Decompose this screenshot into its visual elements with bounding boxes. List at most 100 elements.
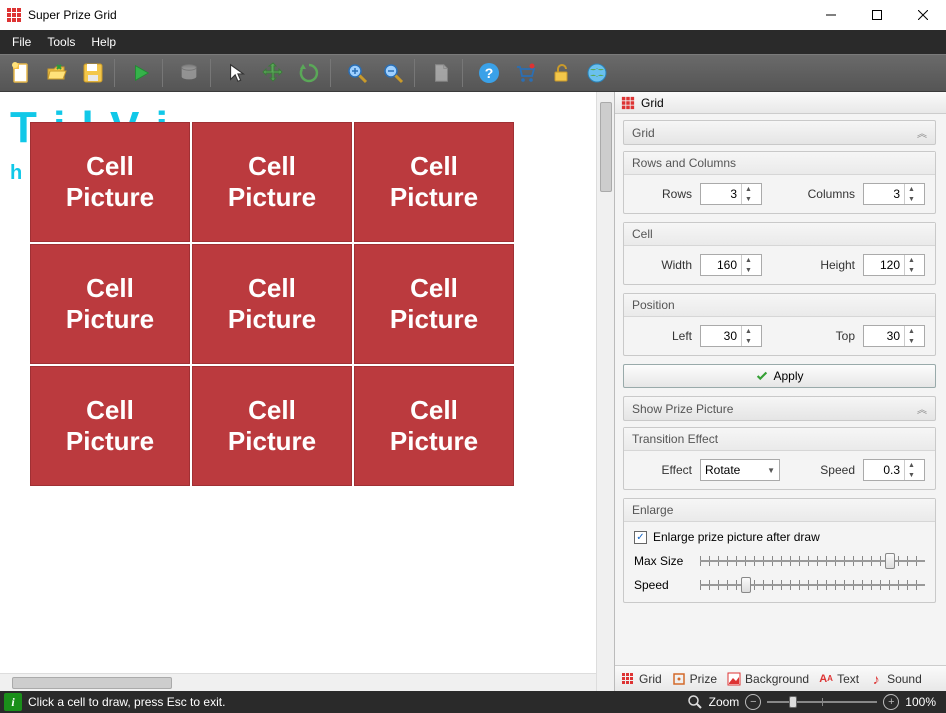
cart-button[interactable] (508, 57, 542, 89)
zoom-slider[interactable] (767, 695, 877, 709)
window-title: Super Prize Grid (28, 8, 117, 22)
grid-section-header[interactable]: Grid︽ (623, 120, 936, 145)
side-panel: Grid Grid︽ Rows and Columns Rows ▲▼ Colu… (614, 92, 946, 691)
tab-background[interactable]: Background (727, 672, 809, 686)
unlock-button[interactable] (544, 57, 578, 89)
tab-prize[interactable]: Prize (672, 672, 717, 686)
height-input[interactable]: ▲▼ (863, 254, 925, 276)
zoom-icon (687, 694, 703, 710)
zoom-label: Zoom (709, 695, 740, 709)
apply-button[interactable]: Apply (623, 364, 936, 388)
enlarge-checkbox[interactable]: ✓ Enlarge prize picture after draw (634, 530, 925, 544)
speed-input[interactable]: ▲▼ (863, 459, 925, 481)
document-button[interactable] (424, 57, 458, 89)
grid-cell[interactable]: CellPicture (354, 122, 514, 242)
background-watermark-2: h (10, 162, 22, 185)
statusbar: i Click a cell to draw, press Esc to exi… (0, 691, 946, 713)
zoom-out-button[interactable] (376, 57, 410, 89)
columns-label: Columns (797, 187, 855, 201)
width-input[interactable]: ▲▼ (700, 254, 762, 276)
left-label: Left (634, 329, 692, 343)
panel-tabs: Grid Prize Background AAText ♪Sound (615, 665, 946, 691)
tab-grid[interactable]: Grid (621, 672, 662, 686)
chevron-down-icon: ▼ (767, 466, 775, 475)
effect-label: Effect (634, 463, 692, 477)
speed-slider[interactable] (700, 576, 925, 594)
prize-icon (672, 672, 686, 686)
grid-cell[interactable]: CellPicture (30, 366, 190, 486)
horizontal-scrollbar[interactable] (0, 673, 596, 691)
pointer-tool[interactable] (220, 57, 254, 89)
toolbar: ? (0, 54, 946, 92)
globe-button[interactable] (580, 57, 614, 89)
canvas[interactable]: T i l V i h CellPicture CellPicture Cell… (0, 92, 596, 673)
position-group: Position Left ▲▼ Top ▲▼ (623, 293, 936, 356)
grid-cell[interactable]: CellPicture (30, 244, 190, 364)
save-button[interactable] (76, 57, 110, 89)
rows-input[interactable]: ▲▼ (700, 183, 762, 205)
vertical-scrollbar[interactable] (596, 92, 614, 691)
help-button[interactable]: ? (472, 57, 506, 89)
grid-cell[interactable]: CellPicture (192, 122, 352, 242)
canvas-area: T i l V i h CellPicture CellPicture Cell… (0, 92, 596, 691)
panel-title: Grid (615, 92, 946, 114)
svg-text:?: ? (485, 65, 494, 81)
top-input[interactable]: ▲▼ (863, 325, 925, 347)
open-button[interactable] (40, 57, 74, 89)
background-icon (727, 672, 741, 686)
columns-input[interactable]: ▲▼ (863, 183, 925, 205)
left-input[interactable]: ▲▼ (700, 325, 762, 347)
show-prize-section-header[interactable]: Show Prize Picture︽ (623, 396, 936, 421)
zoom-in-button[interactable]: + (883, 694, 899, 710)
menubar: File Tools Help (0, 30, 946, 54)
chevron-up-icon: ︽ (917, 125, 927, 140)
enlarge-group: Enlarge ✓ Enlarge prize picture after dr… (623, 498, 936, 603)
transition-group: Transition Effect Effect Rotate▼ Speed ▲… (623, 427, 936, 490)
new-button[interactable] (4, 57, 38, 89)
zoom-in-button[interactable] (340, 57, 374, 89)
speed-label: Speed (797, 463, 855, 477)
zoom-control: Zoom − + 100% (687, 694, 946, 710)
menu-help[interactable]: Help (83, 30, 124, 54)
rows-label: Rows (634, 187, 692, 201)
chevron-up-icon: ︽ (917, 401, 927, 416)
maxsize-slider[interactable] (700, 552, 925, 570)
maxsize-label: Max Size (634, 554, 692, 568)
check-icon (755, 369, 769, 383)
height-label: Height (797, 258, 855, 272)
panel-title-text: Grid (641, 96, 664, 110)
rows-columns-group: Rows and Columns Rows ▲▼ Columns ▲▼ (623, 151, 936, 214)
text-icon: AA (819, 672, 833, 686)
tab-sound[interactable]: ♪Sound (869, 672, 922, 686)
grid-cell[interactable]: CellPicture (354, 244, 514, 364)
grid-cell[interactable]: CellPicture (192, 366, 352, 486)
checkbox-icon: ✓ (634, 531, 647, 544)
grid-icon (621, 672, 635, 686)
minimize-button[interactable] (808, 0, 854, 30)
run-button[interactable] (124, 57, 158, 89)
content: T i l V i h CellPicture CellPicture Cell… (0, 92, 946, 691)
titlebar: Super Prize Grid (0, 0, 946, 30)
rotate-tool[interactable] (292, 57, 326, 89)
cell-group: Cell Width ▲▼ Height ▲▼ (623, 222, 936, 285)
zoom-value: 100% (905, 695, 936, 709)
menu-file[interactable]: File (4, 30, 39, 54)
database-button[interactable] (172, 57, 206, 89)
info-icon: i (4, 693, 22, 711)
status-hint: Click a cell to draw, press Esc to exit. (28, 695, 225, 709)
sound-icon: ♪ (869, 672, 883, 686)
grid-cell[interactable]: CellPicture (354, 366, 514, 486)
move-tool[interactable] (256, 57, 290, 89)
speed2-label: Speed (634, 578, 692, 592)
maximize-button[interactable] (854, 0, 900, 30)
tab-text[interactable]: AAText (819, 672, 859, 686)
grid-cell[interactable]: CellPicture (30, 122, 190, 242)
top-label: Top (797, 329, 855, 343)
zoom-out-button[interactable]: − (745, 694, 761, 710)
grid-icon (621, 96, 635, 110)
app-icon (6, 7, 22, 23)
grid-cell[interactable]: CellPicture (192, 244, 352, 364)
effect-combo[interactable]: Rotate▼ (700, 459, 780, 481)
close-button[interactable] (900, 0, 946, 30)
menu-tools[interactable]: Tools (39, 30, 83, 54)
